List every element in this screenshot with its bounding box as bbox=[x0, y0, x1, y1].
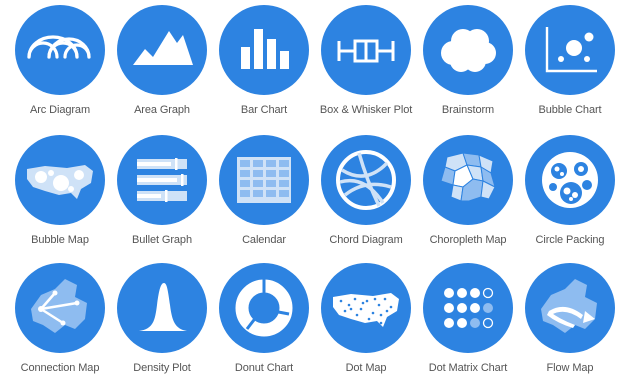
tile-area-graph[interactable]: Area Graph bbox=[111, 5, 213, 130]
tile-label: Bubble Chart bbox=[538, 104, 602, 116]
tile-label: Brainstorm bbox=[441, 104, 495, 116]
bar-chart-icon bbox=[219, 5, 309, 95]
tile-label: Connection Map bbox=[20, 362, 100, 374]
circle-packing-icon bbox=[525, 135, 615, 225]
flow-map-icon bbox=[525, 263, 615, 353]
tile-circle-packing[interactable]: Circle Packing bbox=[519, 135, 617, 260]
chart-type-grid: Arc Diagram Area Graph Bar Chart Box & W… bbox=[0, 0, 617, 386]
tile-label: Dot Map bbox=[345, 362, 387, 374]
area-graph-icon bbox=[117, 5, 207, 95]
tile-chord-diagram[interactable]: Chord Diagram bbox=[315, 135, 417, 260]
dot-map-icon bbox=[321, 263, 411, 353]
tile-arc-diagram[interactable]: Arc Diagram bbox=[9, 5, 111, 130]
tile-brainstorm[interactable]: Brainstorm bbox=[417, 5, 519, 130]
tile-label: Area Graph bbox=[134, 104, 190, 116]
tile-bubble-chart[interactable]: Bubble Chart bbox=[519, 5, 617, 130]
tile-dot-matrix-chart[interactable]: Dot Matrix Chart bbox=[417, 263, 519, 388]
tile-bullet-graph[interactable]: Bullet Graph bbox=[111, 135, 213, 260]
tile-label: Dot Matrix Chart bbox=[428, 362, 508, 374]
tile-donut-chart[interactable]: Donut Chart bbox=[213, 263, 315, 388]
tile-label: Flow Map bbox=[546, 362, 594, 374]
tile-bubble-map[interactable]: Bubble Map bbox=[9, 135, 111, 260]
tile-label: Circle Packing bbox=[535, 234, 605, 246]
choropleth-map-icon bbox=[423, 135, 513, 225]
tile-label: Chord Diagram bbox=[329, 234, 403, 246]
bubble-chart-icon bbox=[525, 5, 615, 95]
tile-choropleth-map[interactable]: Choropleth Map bbox=[417, 135, 519, 260]
connection-map-icon bbox=[15, 263, 105, 353]
tile-label: Density Plot bbox=[133, 362, 191, 374]
brainstorm-cloud-icon bbox=[423, 5, 513, 95]
bubble-map-icon bbox=[15, 135, 105, 225]
tile-label: Bar Chart bbox=[240, 104, 288, 116]
bullet-graph-icon bbox=[117, 135, 207, 225]
tile-label: Choropleth Map bbox=[429, 234, 507, 246]
chord-diagram-icon bbox=[321, 135, 411, 225]
tile-dot-map[interactable]: Dot Map bbox=[315, 263, 417, 388]
tile-label: Arc Diagram bbox=[29, 104, 91, 116]
calendar-icon bbox=[219, 135, 309, 225]
tile-calendar[interactable]: Calendar bbox=[213, 135, 315, 260]
tile-label: Box & Whisker Plot bbox=[319, 104, 413, 116]
tile-box-whisker-plot[interactable]: Box & Whisker Plot bbox=[315, 5, 417, 130]
tile-label: Donut Chart bbox=[234, 362, 294, 374]
tile-density-plot[interactable]: Density Plot bbox=[111, 263, 213, 388]
density-plot-icon bbox=[117, 263, 207, 353]
dot-matrix-icon bbox=[423, 263, 513, 353]
tile-label: Calendar bbox=[242, 234, 286, 246]
tile-connection-map[interactable]: Connection Map bbox=[9, 263, 111, 388]
tile-label: Bubble Map bbox=[31, 234, 89, 246]
tile-flow-map[interactable]: Flow Map bbox=[519, 263, 617, 388]
tile-label: Bullet Graph bbox=[132, 234, 192, 246]
box-whisker-icon bbox=[321, 5, 411, 95]
arc-diagram-icon bbox=[15, 5, 105, 95]
tile-bar-chart[interactable]: Bar Chart bbox=[213, 5, 315, 130]
donut-chart-icon bbox=[219, 263, 309, 353]
